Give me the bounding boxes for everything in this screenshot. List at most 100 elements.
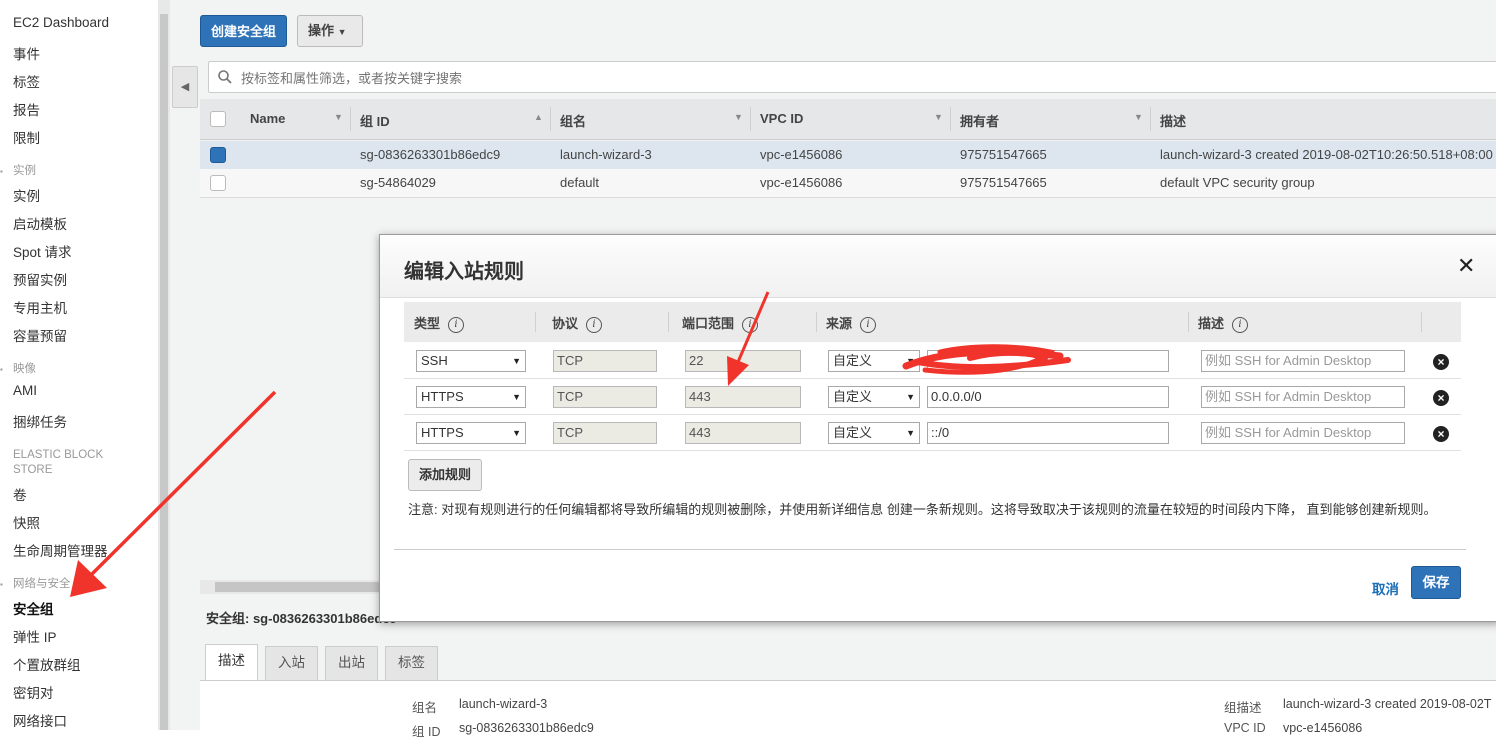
column-divider — [1188, 312, 1189, 332]
sidebar-item-key-pairs[interactable]: 密钥对 — [13, 682, 54, 702]
column-header-group-id[interactable]: 组 ID — [360, 111, 390, 130]
cell-description: launch-wizard-3 created 2019-08-02T10:26… — [1160, 147, 1493, 162]
search-input[interactable] — [239, 67, 1443, 89]
info-icon[interactable]: i — [1232, 316, 1249, 333]
sidebar-item-spot-requests[interactable]: Spot 请求 — [13, 241, 72, 261]
header-port-range: 端口范围 i — [682, 313, 759, 333]
sidebar-item-ami[interactable]: AMI — [13, 383, 37, 398]
sidebar-item-snapshots[interactable]: 快照 — [13, 512, 40, 532]
table-row[interactable]: sg-54864029 default vpc-e1456086 9757515… — [200, 169, 1496, 198]
rule-type-select[interactable]: HTTPS ▼ — [416, 422, 526, 444]
field-label: 组名 — [412, 701, 438, 715]
sort-up-icon[interactable]: ▲ — [534, 112, 543, 122]
sidebar-item-capacity-reservations[interactable]: 容量预留 — [13, 325, 67, 345]
rule-port-range-field: 443 — [685, 386, 801, 408]
search-bar[interactable] — [208, 61, 1496, 93]
rule-type-select[interactable]: SSH ▼ — [416, 350, 526, 372]
column-header-group-name[interactable]: 组名 — [560, 111, 586, 130]
table-header: Name ▼ 组 ID ▲ 组名 ▼ VPC ID ▼ 拥有者 ▼ 描述 — [200, 99, 1496, 140]
save-button[interactable]: 保存 — [1411, 566, 1461, 599]
sidebar-item-volumes[interactable]: 卷 — [13, 484, 27, 504]
field-label: 组 ID — [412, 725, 441, 739]
column-header-owner[interactable]: 拥有者 — [960, 111, 999, 130]
sidebar-item-bundle-tasks[interactable]: 捆绑任务 — [13, 411, 67, 431]
sort-down-icon[interactable]: ▼ — [334, 112, 343, 122]
info-icon[interactable]: i — [448, 316, 465, 333]
sidebar-item-instances[interactable]: 实例 — [13, 185, 40, 205]
rule-description-input[interactable]: 例如 SSH for Admin Desktop — [1201, 422, 1405, 444]
add-rule-button[interactable]: 添加规则 — [408, 459, 483, 491]
sidebar-collapse-column — [170, 0, 199, 730]
sidebar-item-network-interfaces[interactable]: 网络接口 — [13, 710, 67, 730]
sidebar-item-ec2-dashboard[interactable]: EC2 Dashboard — [13, 15, 109, 30]
rule-description-input[interactable]: 例如 SSH for Admin Desktop — [1201, 350, 1405, 372]
sidebar-section-instances[interactable]: ▪ 实例 — [0, 164, 36, 179]
collapse-sidebar-button[interactable]: ◀ — [172, 66, 198, 108]
rule-source-input[interactable] — [927, 350, 1169, 372]
table-row[interactable]: sg-0836263301b86edc9 launch-wizard-3 vpc… — [200, 141, 1496, 170]
rule-source-type-select[interactable]: 自定义 ▼ — [828, 422, 920, 444]
rule-source-type-select[interactable]: 自定义 ▼ — [828, 350, 920, 372]
sidebar-item-elastic-ips[interactable]: 弹性 IP — [13, 626, 57, 646]
sidebar: EC2 Dashboard 事件 标签 报告 限制 ▪ 实例 实例 启动模板 Sp… — [0, 0, 158, 730]
info-icon[interactable]: i — [742, 316, 759, 333]
field-value: launch-wizard-3 created 2019-08-02T — [1283, 697, 1492, 711]
row-checkbox[interactable] — [210, 175, 226, 191]
column-header-description[interactable]: 描述 — [1160, 111, 1186, 130]
row-checkbox[interactable] — [210, 147, 226, 163]
sidebar-section-images[interactable]: ▪ 映像 — [0, 362, 36, 377]
search-icon — [218, 70, 232, 84]
create-security-group-button[interactable]: 创建安全组 — [200, 15, 288, 47]
tab-inbound[interactable]: 入站 — [265, 646, 318, 680]
rule-protocol-field: TCP — [553, 422, 657, 444]
info-icon[interactable]: i — [860, 316, 877, 333]
actions-dropdown-button[interactable]: 操作 ▼ — [297, 15, 363, 47]
header-protocol: 协议 i — [552, 313, 603, 333]
column-divider — [350, 107, 351, 131]
close-icon[interactable]: ✕ — [1457, 255, 1475, 277]
column-header-vpc-id[interactable]: VPC ID — [760, 111, 803, 126]
dropdown-arrow-icon: ▼ — [512, 392, 521, 402]
sidebar-section-network-security[interactable]: ▪ 网络与安全 — [0, 577, 71, 592]
delete-rule-icon[interactable]: × — [1433, 354, 1449, 370]
delete-rule-icon[interactable]: × — [1433, 390, 1449, 406]
rule-source-type-select[interactable]: 自定义 ▼ — [828, 386, 920, 408]
column-divider — [550, 107, 551, 131]
sidebar-item-tags[interactable]: 标签 — [13, 71, 40, 91]
cell-description: default VPC security group — [1160, 175, 1315, 190]
tab-tags[interactable]: 标签 — [385, 646, 438, 680]
column-divider — [668, 312, 669, 332]
sidebar-item-security-groups[interactable]: 安全组 — [13, 598, 54, 618]
sidebar-item-events[interactable]: 事件 — [13, 43, 40, 63]
dropdown-arrow-icon: ▼ — [906, 428, 915, 438]
cancel-button[interactable]: 取消 — [1372, 578, 1399, 598]
rule-row: SSH ▼ TCP 22 自定义 ▼ 例如 SSH for Admin Deskto… — [404, 343, 1461, 379]
rule-source-input[interactable]: 0.0.0.0/0 — [927, 386, 1169, 408]
cell-owner: 975751547665 — [960, 175, 1047, 190]
rule-row: HTTPS ▼ TCP 443 自定义 ▼ ::/0 例如 SSH for Admi… — [404, 415, 1461, 451]
sidebar-item-placement-groups[interactable]: 个置放群组 — [13, 654, 81, 674]
rule-source-input[interactable]: ::/0 — [927, 422, 1169, 444]
rule-port-range-field: 443 — [685, 422, 801, 444]
rule-type-select[interactable]: HTTPS ▼ — [416, 386, 526, 408]
sort-down-icon[interactable]: ▼ — [734, 112, 743, 122]
sidebar-section-ebs[interactable]: ELASTIC BLOCK STORE — [13, 448, 103, 478]
sidebar-scrollbar-thumb[interactable] — [160, 14, 168, 730]
tab-outbound[interactable]: 出站 — [325, 646, 378, 680]
sidebar-item-launch-templates[interactable]: 启动模板 — [13, 213, 67, 233]
select-all-checkbox[interactable] — [210, 111, 226, 127]
table-scrollbar-thumb[interactable] — [215, 582, 395, 592]
sidebar-item-dedicated-hosts[interactable]: 专用主机 — [13, 297, 67, 317]
rule-description-input[interactable]: 例如 SSH for Admin Desktop — [1201, 386, 1405, 408]
column-header-name[interactable]: Name — [250, 111, 285, 126]
sidebar-item-reports[interactable]: 报告 — [13, 99, 40, 119]
sidebar-item-lifecycle-manager[interactable]: 生命周期管理器 — [13, 540, 108, 560]
sort-down-icon[interactable]: ▼ — [934, 112, 943, 122]
info-icon[interactable]: i — [586, 316, 603, 333]
tab-description[interactable]: 描述 — [205, 644, 258, 680]
sort-down-icon[interactable]: ▼ — [1134, 112, 1143, 122]
sidebar-item-limits[interactable]: 限制 — [13, 127, 40, 147]
chevron-down-icon: ▼ — [337, 27, 347, 37]
delete-rule-icon[interactable]: × — [1433, 426, 1449, 442]
sidebar-item-reserved-instances[interactable]: 预留实例 — [13, 269, 67, 289]
